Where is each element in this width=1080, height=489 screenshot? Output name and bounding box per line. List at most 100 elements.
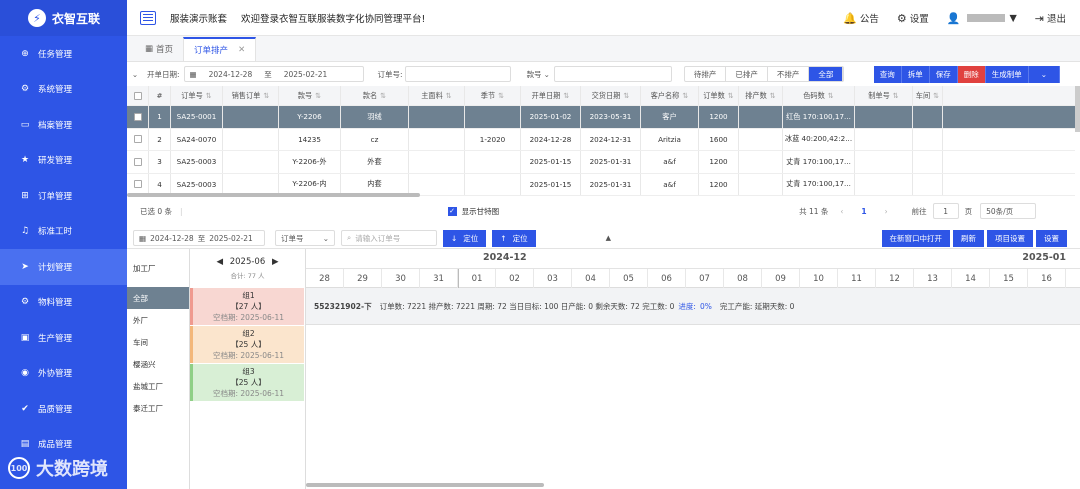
segment-pending[interactable]: 待排产 — [685, 67, 727, 81]
brand-logo[interactable]: ⚡ 衣智互联 — [0, 0, 127, 36]
collapse-triangle-icon[interactable]: ▲ — [606, 234, 611, 242]
gantt-horizontal-scrollbar[interactable] — [306, 483, 544, 487]
column-header[interactable]: 订单数 ⇅ — [699, 86, 739, 105]
save-button[interactable]: 保存 — [929, 66, 958, 83]
factory-item[interactable]: 樱涵兴 — [127, 353, 189, 375]
settings-button[interactable]: ⚙ 设置 — [897, 11, 929, 25]
sidebar-item-4[interactable]: ⊞ 订单管理 — [0, 178, 127, 214]
day-cell: 15 — [990, 269, 1028, 288]
production-line[interactable]: 组2 【25 人】 空档期: 2025-06-11 — [190, 326, 304, 363]
split-button[interactable]: 拆单 — [901, 66, 930, 83]
delete-button[interactable]: 删除 — [957, 66, 986, 83]
sidebar-item-10[interactable]: ✔ 品质管理 — [0, 391, 127, 427]
refresh-button[interactable]: 刷新 — [953, 229, 984, 247]
tab-order-scheduling[interactable]: 订单排产 ✕ — [183, 37, 257, 61]
box-icon: ▤ — [20, 439, 30, 450]
table-row[interactable]: 1 SA25-0001 Y-2206 羽绒 2025-01-02 2023-05-31 客户… — [127, 106, 1075, 129]
gantt-toggle[interactable]: ✓ 显示甘特图 — [447, 206, 499, 217]
sidebar-item-0[interactable]: ⊕ 任务管理 — [0, 36, 127, 72]
column-header[interactable]: 销售订单 ⇅ — [223, 86, 279, 105]
sidebar-item-7[interactable]: ⚙ 物料管理 — [0, 285, 127, 321]
notice-button[interactable]: 🔔 公告 — [843, 11, 879, 25]
factory-item[interactable]: 盐城工厂 — [127, 375, 189, 397]
table-row[interactable]: 3 SA25-0003 Y-2206-外 外套 2025-01-15 2025-01-31… — [127, 151, 1075, 174]
select-all-checkbox[interactable] — [127, 86, 149, 105]
column-header[interactable]: 季节 ⇅ — [465, 86, 521, 105]
column-header[interactable]: 订单号 ⇅ — [171, 86, 223, 105]
table-cell — [223, 106, 279, 128]
gantt-task-row[interactable]: 552321902-下 订单数: 7221 排产数: 7221 周期: 72 当… — [306, 288, 1080, 325]
sidebar-item-9[interactable]: ◉ 外协管理 — [0, 356, 127, 392]
segment-scheduled[interactable]: 已排产 — [726, 67, 768, 81]
locate-up-button[interactable]: ↑ 定位 — [492, 229, 536, 247]
gantt-order-input[interactable]: ⌕ 请输入订单号 — [341, 230, 437, 246]
project-settings-button[interactable]: 项目设置 — [987, 229, 1033, 247]
column-header-label: 主面料 — [421, 90, 443, 100]
column-header-label: 交货日期 — [591, 90, 621, 100]
query-button[interactable]: 查询 — [873, 66, 902, 83]
column-header[interactable]: 色码数 ⇅ — [783, 86, 855, 105]
open-new-window-button[interactable]: 在新窗口中打开 — [881, 229, 950, 247]
row-checkbox[interactable] — [127, 151, 149, 173]
user-menu[interactable]: 👤 ▼ — [947, 12, 1017, 25]
order-no-input[interactable] — [404, 66, 511, 82]
column-header[interactable]: 主面料 ⇅ — [409, 86, 465, 105]
table-vertical-scrollbar[interactable] — [1075, 86, 1080, 132]
table-cell: SA24-0070 — [171, 128, 223, 150]
column-header[interactable]: 开单日期 ⇅ — [521, 86, 581, 105]
column-header[interactable]: 款名 ⇅ — [341, 86, 409, 105]
table-cell — [913, 128, 943, 150]
goto-page-input[interactable]: 1 — [932, 203, 959, 219]
column-header[interactable]: 款号 ⇅ — [279, 86, 341, 105]
production-line[interactable]: 组1 【27 人】 空档期: 2025-06-11 — [190, 288, 304, 325]
collapse-chevron-icon[interactable]: ⌄ — [127, 70, 143, 79]
table-cell — [855, 106, 913, 128]
more-chevron-icon[interactable]: ⌄ — [1028, 66, 1060, 83]
table-horizontal-scrollbar[interactable] — [127, 193, 420, 197]
next-page-icon[interactable]: › — [885, 207, 888, 216]
factory-item[interactable]: 外厂 — [127, 309, 189, 331]
prev-month-icon[interactable]: ◀ — [216, 257, 223, 267]
segment-not-scheduled[interactable]: 不排产 — [768, 67, 810, 81]
chevron-down-icon[interactable]: ⌄ — [544, 70, 550, 79]
column-header[interactable]: 制单号 ⇅ — [855, 86, 913, 105]
segment-all[interactable]: 全部 — [809, 67, 844, 81]
gantt-order-select[interactable]: 订单号 ⌄ — [275, 230, 335, 246]
style-no-input[interactable] — [553, 66, 672, 82]
gantt-date-range[interactable]: ▦ 2024-12-28 至 2025-02-21 — [133, 230, 265, 246]
column-header[interactable]: 车间 ⇅ — [913, 86, 943, 105]
factory-item[interactable]: 车间 — [127, 331, 189, 353]
column-header[interactable]: 交货日期 ⇅ — [581, 86, 641, 105]
close-icon[interactable]: ✕ — [238, 45, 245, 55]
locate-down-button[interactable]: ↓ 定位 — [443, 229, 487, 247]
logout-button[interactable]: ⇥ 退出 — [1035, 11, 1066, 25]
row-checkbox[interactable] — [127, 128, 149, 150]
factory-item[interactable]: 全部 — [127, 287, 189, 309]
sidebar-item-2[interactable]: ▭ 档案管理 — [0, 107, 127, 143]
menu-toggle-icon[interactable] — [140, 10, 156, 25]
generate-order-button[interactable]: 生成制单 — [985, 66, 1029, 83]
sidebar-item-8[interactable]: ▣ 生产管理 — [0, 320, 127, 356]
row-checkbox[interactable] — [127, 173, 149, 195]
table-cell — [739, 151, 783, 173]
sidebar-item-6[interactable]: ➤ 计划管理 — [0, 249, 127, 285]
sidebar-item-3[interactable]: ★ 研发管理 — [0, 143, 127, 179]
table-row[interactable]: 2 SA24-0070 14235 cz 1-2020 2024-12-28 2024-12… — [127, 128, 1075, 151]
factory-item[interactable]: 泰迁工厂 — [127, 397, 189, 419]
date-range-input[interactable]: ▦ 2024-12-28 至 2025-02-21 — [183, 66, 364, 82]
next-month-icon[interactable]: ▶ — [272, 257, 279, 267]
sidebar-item-1[interactable]: ⚙ 系统管理 — [0, 72, 127, 108]
tab-home[interactable]: ▦ 首页 — [135, 37, 183, 61]
table-cell: 1 — [149, 106, 171, 128]
row-checkbox[interactable] — [127, 106, 149, 128]
column-header[interactable]: 排产数 ⇅ — [739, 86, 783, 105]
prev-page-icon[interactable]: ‹ — [840, 207, 843, 216]
production-line[interactable]: 组3 【25 人】 空档期: 2025-06-11 — [190, 364, 304, 401]
page-size-select[interactable]: 50条/页 — [980, 203, 1037, 219]
column-header[interactable]: 客户名称 ⇅ — [641, 86, 699, 105]
current-page[interactable]: 1 — [861, 207, 866, 216]
sidebar-item-5[interactable]: ♫ 标准工时 — [0, 214, 127, 250]
factory-item[interactable]: 加工厂 — [127, 249, 189, 287]
gantt-settings-button[interactable]: 设置 — [1036, 229, 1067, 247]
column-header[interactable]: # — [149, 86, 171, 105]
